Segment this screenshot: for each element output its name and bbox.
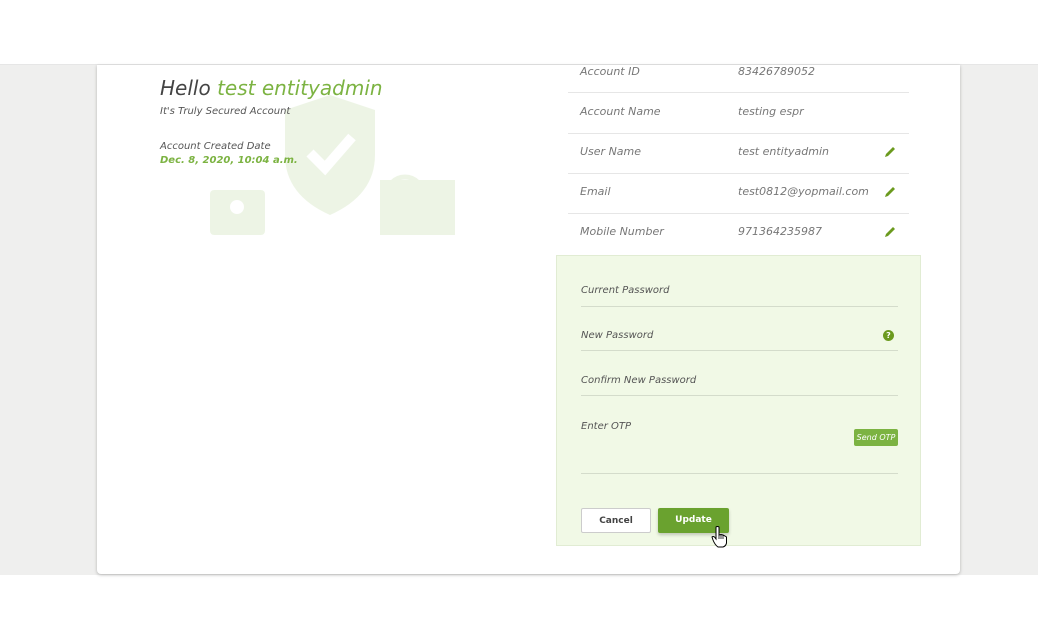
account-name-value: testing espr: [738, 105, 804, 118]
pencil-icon[interactable]: [883, 185, 897, 199]
current-password-field[interactable]: Current Password: [581, 285, 898, 307]
account-name-row: Account Name testing espr: [568, 93, 909, 134]
confirm-password-label: Confirm New Password: [581, 375, 697, 386]
new-password-field[interactable]: New Password ?: [581, 330, 898, 351]
greeting-text: Hello: [160, 76, 211, 100]
account-name-label: Account Name: [580, 105, 661, 118]
confirm-password-field[interactable]: Confirm New Password: [581, 375, 898, 396]
change-password-panel: Current Password New Password ? Confirm …: [556, 255, 921, 546]
user-name-value: test entityadmin: [738, 145, 830, 158]
current-password-label: Current Password: [581, 285, 670, 296]
pencil-icon[interactable]: [883, 145, 897, 159]
greeting: Hello test entityadmin: [160, 76, 383, 100]
top-bar: [0, 0, 1038, 65]
mobile-number-row: Mobile Number 971364235987: [568, 213, 909, 253]
email-value: test0812@yopmail.com: [738, 185, 869, 198]
greeting-username: test entityadmin: [217, 76, 383, 100]
mobile-number-label: Mobile Number: [580, 225, 664, 238]
account-subtitle: It's Truly Secured Account: [160, 106, 291, 117]
created-date-label: Account Created Date: [160, 141, 271, 152]
hand-cursor-icon: [711, 526, 727, 548]
cancel-button[interactable]: Cancel: [581, 508, 651, 533]
pencil-icon[interactable]: [883, 225, 897, 239]
otp-field[interactable]: Enter OTP Send OTP: [581, 421, 898, 474]
otp-label: Enter OTP: [581, 421, 632, 432]
mobile-number-value: 971364235987: [738, 225, 822, 238]
user-name-row: User Name test entityadmin: [568, 133, 909, 174]
account-id-label: Account ID: [580, 65, 640, 78]
send-otp-button[interactable]: Send OTP: [854, 429, 898, 446]
user-name-label: User Name: [580, 145, 642, 158]
email-row: Email test0812@yopmail.com: [568, 173, 909, 214]
created-date-value: Dec. 8, 2020, 10:04 a.m.: [160, 155, 298, 166]
account-info-panel: Account ID 83426789052 Account Name test…: [556, 65, 921, 255]
account-id-row: Account ID 83426789052: [568, 65, 909, 93]
help-icon[interactable]: ?: [883, 330, 894, 341]
new-password-label: New Password: [581, 330, 654, 341]
email-label: Email: [580, 185, 611, 198]
account-id-value: 83426789052: [738, 65, 815, 78]
